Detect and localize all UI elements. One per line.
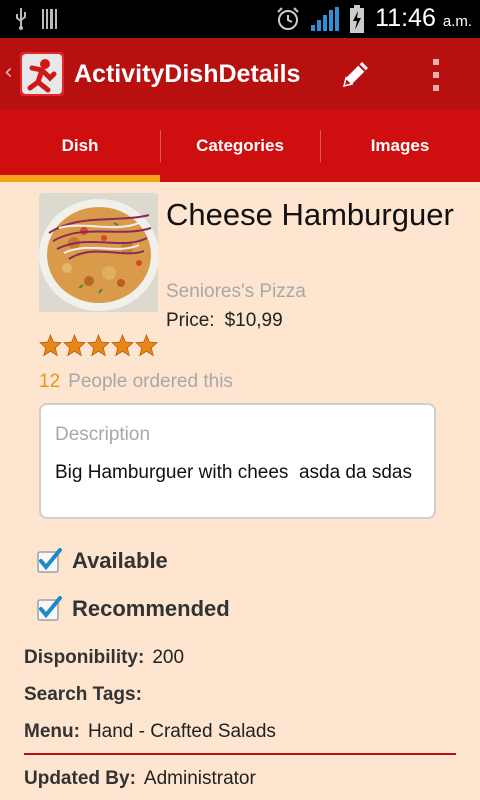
orders-row: 12 People ordered this xyxy=(39,371,233,393)
tab-dish-label: Dish xyxy=(61,136,99,155)
available-checkbox[interactable] xyxy=(36,548,62,574)
price-row: Price: $10,99 xyxy=(166,310,283,332)
tab-categories-label: Categories xyxy=(196,136,284,155)
search-tags-key: Search Tags: xyxy=(24,684,142,705)
price-label: Price: xyxy=(166,310,215,331)
available-checkbox-row[interactable]: Available xyxy=(36,548,168,574)
recommended-checkbox[interactable] xyxy=(36,596,62,622)
disponibility-value: 200 xyxy=(152,647,185,668)
description-text: Big Hamburguer with chees asda da sdas xyxy=(55,462,412,483)
app-title: ActivityDishDetails xyxy=(74,60,301,88)
disponibility-key: Disponibility: xyxy=(24,647,145,668)
alarm-icon xyxy=(277,6,299,30)
tab-dish[interactable]: Dish xyxy=(0,110,160,182)
star-icon[interactable] xyxy=(87,334,110,357)
updated-by-value: Administrator xyxy=(143,768,256,789)
recommended-label: Recommended xyxy=(72,596,230,621)
tab-categories[interactable]: Categories xyxy=(160,110,320,182)
star-icon[interactable] xyxy=(135,334,158,357)
tab-images[interactable]: Images xyxy=(320,110,480,182)
menu-field: Menu: Hand - Crafted Salads xyxy=(24,721,276,743)
updated-by-key: Updated By: xyxy=(24,768,136,789)
usb-icon xyxy=(16,8,26,30)
search-tags-field: Search Tags: xyxy=(24,684,150,706)
barcode-icon xyxy=(42,9,57,29)
menu-value: Hand - Crafted Salads xyxy=(87,721,276,742)
updated-by-field: Updated By: Administrator xyxy=(24,768,256,790)
edit-pencil-icon[interactable] xyxy=(338,56,374,92)
up-caret-icon[interactable]: ‹ xyxy=(4,60,13,85)
tab-images-label: Images xyxy=(370,136,430,155)
available-label: Available xyxy=(72,548,168,573)
tab-bar: Dish Categories Images xyxy=(0,110,480,182)
action-bar: ‹ ActivityDishDetails xyxy=(0,38,480,110)
status-time: 11:46 xyxy=(375,4,436,32)
overflow-menu-icon[interactable] xyxy=(430,58,442,92)
menu-key: Menu: xyxy=(24,721,80,742)
price-value: $10,99 xyxy=(224,310,283,331)
description-box[interactable]: Description Big Hamburguer with chees as… xyxy=(39,403,436,519)
restaurant-name[interactable]: Seniores's Pizza xyxy=(166,281,306,303)
app-logo-icon[interactable] xyxy=(20,52,64,96)
status-clock: 11:46 a.m. xyxy=(375,4,472,33)
signal-icon xyxy=(311,6,340,31)
orders-text: People ordered this xyxy=(68,371,233,392)
battery-charging-icon xyxy=(350,4,365,33)
disponibility-field: Disponibility: 200 xyxy=(24,647,184,669)
status-right-icons: 11:46 a.m. xyxy=(275,4,472,33)
star-icon[interactable] xyxy=(63,334,86,357)
dish-name: Cheese Hamburguer xyxy=(166,197,454,232)
recommended-checkbox-row[interactable]: Recommended xyxy=(36,596,230,622)
orders-count: 12 xyxy=(39,371,61,392)
star-icon[interactable] xyxy=(111,334,134,357)
dish-image[interactable] xyxy=(39,193,158,312)
status-ampm: a.m. xyxy=(442,13,472,30)
status-bar: 11:46 a.m. xyxy=(0,0,480,38)
description-label: Description xyxy=(55,424,151,445)
rating-stars[interactable] xyxy=(39,334,158,357)
section-divider xyxy=(24,753,456,755)
status-left-icons xyxy=(14,8,58,30)
star-icon[interactable] xyxy=(39,334,62,357)
